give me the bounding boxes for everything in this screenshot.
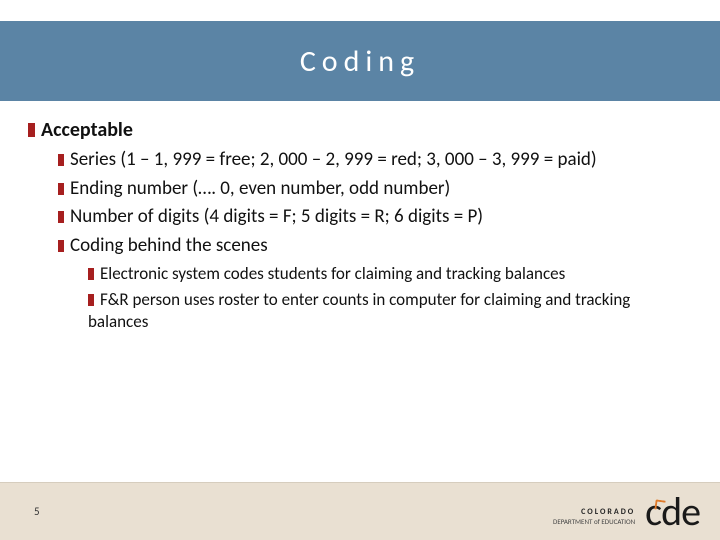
logo-accent-icon [655,499,666,510]
logo-mark: cde [645,492,700,532]
cde-logo: COLORADO DEPARTMENT of EDUCATION cde [553,492,700,532]
page-number: 5 [34,505,40,518]
bullet-text: Electronic system codes students for cla… [100,263,565,284]
bullet-icon [88,294,94,306]
bullet-icon [58,183,64,195]
bullet-icon [28,123,35,137]
bullet-text: F&R person uses roster to enter counts i… [88,289,630,332]
bullet-icon [58,211,64,223]
footer: 5 COLORADO DEPARTMENT of EDUCATION cde [0,482,720,540]
logo-de: de [661,492,700,532]
title-band: Coding [0,21,720,101]
subbullet-fr-person: F&R person uses roster to enter counts i… [88,289,692,333]
slide-title: Coding [300,43,420,80]
bullet-coding-behind: Coding behind the scenes [58,234,692,259]
logo-text-block: COLORADO DEPARTMENT of EDUCATION [553,507,635,526]
bullet-series: Series (1 – 1, 999 = free; 2, 000 – 2, 9… [58,148,692,173]
bullet-text: Ending number (…. 0, even number, odd nu… [70,177,450,200]
logo-line1: COLORADO [581,507,635,517]
bullet-ending-number: Ending number (…. 0, even number, odd nu… [58,177,692,202]
subbullet-electronic: Electronic system codes students for cla… [88,263,692,285]
bullet-text: Series (1 – 1, 999 = free; 2, 000 – 2, 9… [70,148,597,171]
bullet-icon [88,268,94,280]
bullet-text: Coding behind the scenes [70,234,268,257]
bullet-num-digits: Number of digits (4 digits = F; 5 digits… [58,205,692,230]
logo-line2: DEPARTMENT of EDUCATION [553,517,635,526]
content-area: Acceptable Series (1 – 1, 999 = free; 2,… [28,118,692,337]
logo-c-icon: c [645,492,661,532]
bullet-icon [58,154,64,166]
heading-acceptable: Acceptable [28,118,692,142]
slide: Coding Acceptable Series (1 – 1, 999 = f… [0,0,720,540]
bullet-icon [58,240,64,252]
bullet-text: Number of digits (4 digits = F; 5 digits… [70,205,483,228]
heading-text: Acceptable [41,118,133,142]
